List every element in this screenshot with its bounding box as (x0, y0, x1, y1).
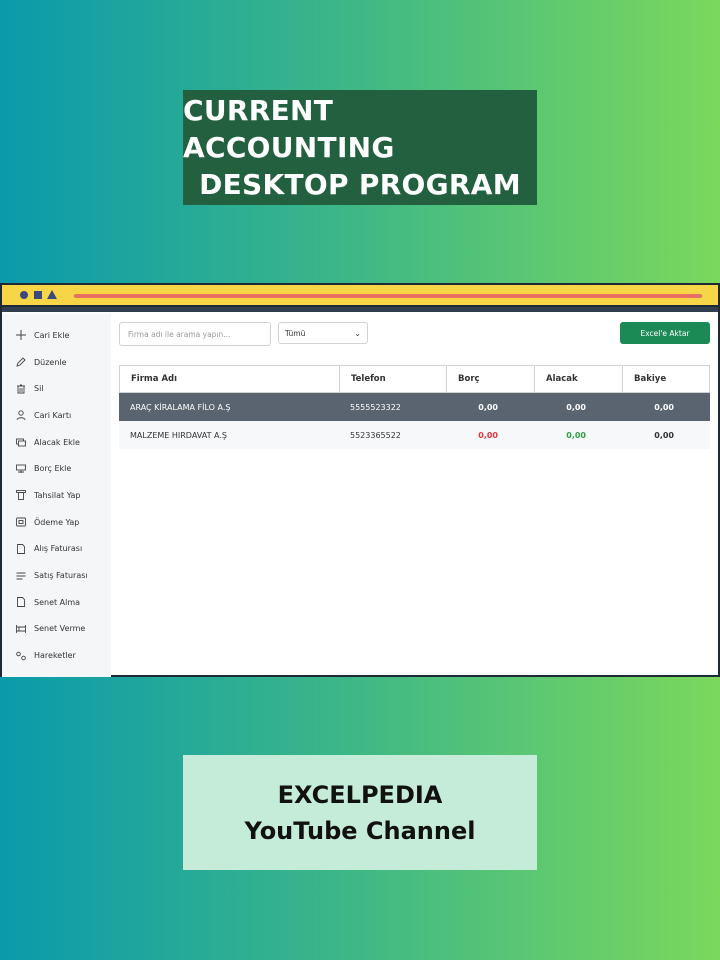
sidebar-item-satis-faturasi[interactable]: Satış Faturası (2, 562, 111, 589)
banner-line-1: CURRENT ACCOUNTING (183, 94, 395, 164)
collection-icon (16, 490, 26, 501)
cell-telefon: 5523365522 (350, 430, 401, 440)
filter-select[interactable]: Tümü ⌄ (278, 322, 368, 344)
trash-icon (16, 384, 26, 394)
sidebar-item-borc-ekle[interactable]: Borç Ekle (2, 455, 111, 482)
cell-borc: 0,00 (478, 430, 498, 440)
sidebar-item-label: Alacak Ekle (34, 437, 80, 447)
sales-invoice-icon (16, 571, 26, 581)
table-row[interactable]: MALZEME HIRDAVAT A.Ş 5523365522 0,00 0,0… (119, 421, 710, 449)
column-header-bakiye[interactable]: Bakiye (623, 366, 709, 392)
sidebar-item-sil[interactable]: Sil (2, 375, 111, 402)
sidebar-item-cari-ekle[interactable]: Cari Ekle (2, 322, 111, 349)
column-header-alacak[interactable]: Alacak (535, 366, 623, 392)
debt-icon (16, 464, 26, 474)
channel-banner: EXCELPEDIA YouTube Channel (183, 755, 537, 870)
sidebar-item-label: Alış Faturası (34, 544, 83, 554)
app-window: Cari Ekle Düzenle Sil Cari Kartı Alacak … (0, 283, 720, 677)
sidebar-item-senet-verme[interactable]: Senet Verme (2, 616, 111, 643)
chevron-down-icon: ⌄ (354, 328, 361, 338)
column-header-borc[interactable]: Borç (447, 366, 535, 392)
cell-bakiye: 0,00 (654, 402, 674, 412)
cell-alacak: 0,00 (566, 402, 586, 412)
export-excel-label: Excel'e Aktar (640, 328, 690, 338)
sidebar-item-label: Borç Ekle (34, 464, 72, 474)
sidebar-item-label: Senet Alma (34, 597, 81, 607)
document-icon (16, 597, 26, 608)
payment-icon (16, 517, 26, 527)
sidebar-item-hareketler[interactable]: Hareketler (2, 642, 111, 669)
column-header-telefon[interactable]: Telefon (340, 366, 447, 392)
channel-name: EXCELPEDIA (277, 780, 443, 809)
search-placeholder: Firma adı ile arama yapın... (128, 329, 231, 339)
bond-issue-icon (16, 624, 26, 634)
triangle-icon (47, 290, 57, 299)
sidebar-item-label: Senet Verme (34, 624, 86, 634)
purchase-invoice-icon (16, 543, 26, 554)
sidebar-item-label: Hareketler (34, 651, 76, 661)
sidebar-item-alacak-ekle[interactable]: Alacak Ekle (2, 429, 111, 456)
channel-subtitle: YouTube Channel (244, 816, 476, 845)
titlebar-bar (74, 294, 702, 298)
table-row[interactable]: ARAÇ KİRALAMA FİLO A.Ş 5555523322 0,00 0… (119, 393, 710, 421)
sidebar-item-alis-faturasi[interactable]: Alış Faturası (2, 536, 111, 563)
cell-firma: MALZEME HIRDAVAT A.Ş (130, 430, 227, 440)
cell-borc: 0,00 (478, 402, 498, 412)
sidebar-item-label: Sil (34, 384, 44, 394)
sidebar-item-senet-alma[interactable]: Senet Alma (2, 589, 111, 616)
banner-title: CURRENT ACCOUNTING DESKTOP PROGRAM (183, 90, 537, 205)
sidebar-item-odeme-yap[interactable]: Ödeme Yap (2, 509, 111, 536)
sidebar-item-label: Satış Faturası (34, 571, 88, 581)
sidebar-item-label: Cari Kartı (34, 410, 72, 420)
movements-icon (16, 651, 26, 661)
filter-value: Tümü (285, 328, 306, 338)
circle-icon (20, 291, 28, 299)
table-header: Firma Adı Telefon Borç Alacak Bakiye (119, 365, 710, 393)
column-header-firma[interactable]: Firma Adı (120, 366, 340, 392)
pencil-icon (16, 357, 26, 367)
titlebar-divider (2, 307, 718, 312)
cell-firma: ARAÇ KİRALAMA FİLO A.Ş (130, 402, 231, 412)
main-panel: Firma adı ile arama yapın... Tümü ⌄ Exce… (119, 314, 710, 674)
square-icon (34, 291, 42, 299)
user-icon (16, 410, 26, 421)
sidebar-item-cari-karti[interactable]: Cari Kartı (2, 402, 111, 429)
sidebar-item-label: Cari Ekle (34, 330, 70, 340)
sidebar-item-tahsilat-yap[interactable]: Tahsilat Yap (2, 482, 111, 509)
cell-telefon: 5555523322 (350, 402, 401, 412)
receivable-icon (16, 437, 26, 447)
banner-line-2: DESKTOP PROGRAM (199, 168, 521, 201)
sidebar-item-duzenle[interactable]: Düzenle (2, 349, 111, 376)
window-titlebar (2, 285, 718, 307)
sidebar-item-label: Ödeme Yap (34, 517, 80, 527)
sidebar: Cari Ekle Düzenle Sil Cari Kartı Alacak … (2, 314, 111, 677)
sidebar-item-label: Tahsilat Yap (34, 490, 81, 500)
cell-alacak: 0,00 (566, 430, 586, 440)
accounts-table: Firma Adı Telefon Borç Alacak Bakiye ARA… (119, 365, 710, 449)
sidebar-item-label: Düzenle (34, 357, 67, 367)
search-input[interactable]: Firma adı ile arama yapın... (119, 322, 271, 346)
export-excel-button[interactable]: Excel'e Aktar (620, 322, 710, 344)
plus-icon (16, 330, 26, 341)
cell-bakiye: 0,00 (654, 430, 674, 440)
